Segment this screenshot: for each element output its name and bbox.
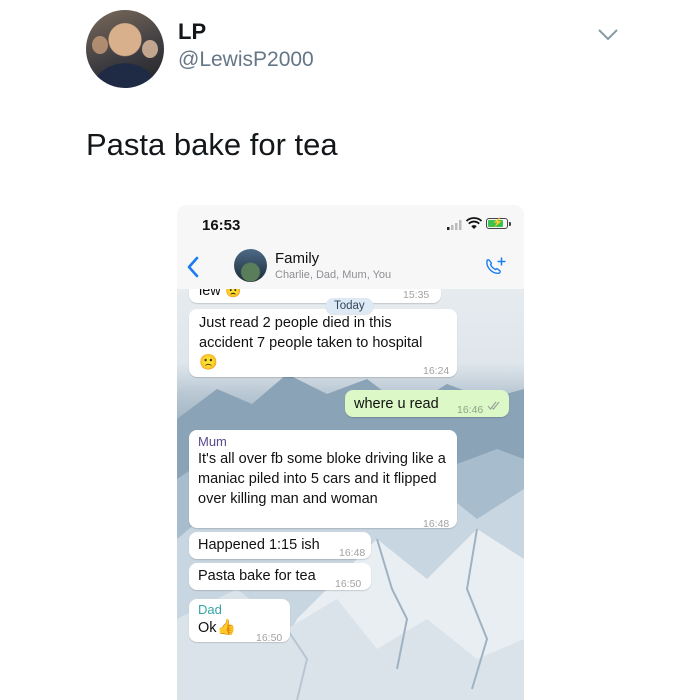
status-time: 16:53 <box>202 217 241 234</box>
message-text: iew <box>199 289 221 299</box>
thumbs-up-emoji: 👍 <box>217 619 236 636</box>
status-bar: 16:53 ⚡ <box>177 205 524 245</box>
chevron-down-icon[interactable] <box>597 28 619 42</box>
double-check-icon <box>487 401 500 410</box>
avatar-detail <box>92 36 108 54</box>
message-time: 16:46 <box>457 404 484 416</box>
message-time: 16:48 <box>339 547 366 559</box>
message-time: 16:24 <box>423 365 450 377</box>
message-bubble[interactable]: iew 😟 15:35 <box>189 289 441 303</box>
message-text: It's all over fb some bloke driving like… <box>198 451 446 507</box>
user-handle[interactable]: @LewisP2000 <box>178 48 314 72</box>
message-text: where u read <box>354 396 439 412</box>
avatar-detail <box>142 40 158 58</box>
chat-header: Family Charlie, Dad, Mum, You <box>177 245 524 290</box>
message-bubble[interactable]: Mum It's all over fb some bloke driving … <box>189 430 457 530</box>
frowning-face-emoji: 🙁 <box>199 354 218 371</box>
chat-screenshot: 16:53 ⚡ Family Charlie, Dad, Mum, You ie… <box>177 205 524 700</box>
worried-face-emoji: 😟 <box>225 289 242 298</box>
message-text: Ok <box>198 620 217 636</box>
message-time: 16:50 <box>335 578 362 590</box>
date-divider: Today <box>326 298 373 314</box>
add-call-icon[interactable] <box>483 256 507 278</box>
group-name[interactable]: Family <box>275 250 319 267</box>
message-bubble[interactable]: Just read 2 people died in this accident… <box>189 309 457 377</box>
message-time: 16:48 <box>423 518 450 530</box>
message-bubble[interactable]: Pasta bake for tea 16:50 <box>189 563 371 590</box>
group-avatar[interactable] <box>234 249 267 282</box>
group-members[interactable]: Charlie, Dad, Mum, You <box>275 269 391 281</box>
message-text: Just read 2 people died in this accident… <box>199 315 423 351</box>
display-name[interactable]: LP <box>178 19 206 45</box>
tweet-text: Pasta bake for tea <box>86 127 338 162</box>
chat-area[interactable]: iew 😟 15:35 Just read 2 people died in t… <box>177 289 524 700</box>
message-text: Pasta bake for tea <box>198 568 316 584</box>
message-bubble-outgoing[interactable]: where u read 16:46 <box>345 390 509 417</box>
profile-avatar[interactable] <box>86 10 164 88</box>
message-bubble[interactable]: Dad Ok 👍 16:50 <box>189 599 290 644</box>
message-time: 16:50 <box>256 632 283 644</box>
sender-name: Mum <box>198 434 227 449</box>
back-chevron-icon[interactable] <box>186 256 200 278</box>
message-bubble[interactable]: Happened 1:15 ish 16:48 <box>189 532 371 559</box>
signal-icon <box>447 220 462 230</box>
sender-name: Dad <box>198 602 222 617</box>
message-time: 15:35 <box>403 289 430 301</box>
message-text: Happened 1:15 ish <box>198 537 320 553</box>
battery-icon: ⚡ <box>486 217 511 229</box>
wifi-icon <box>466 217 482 229</box>
